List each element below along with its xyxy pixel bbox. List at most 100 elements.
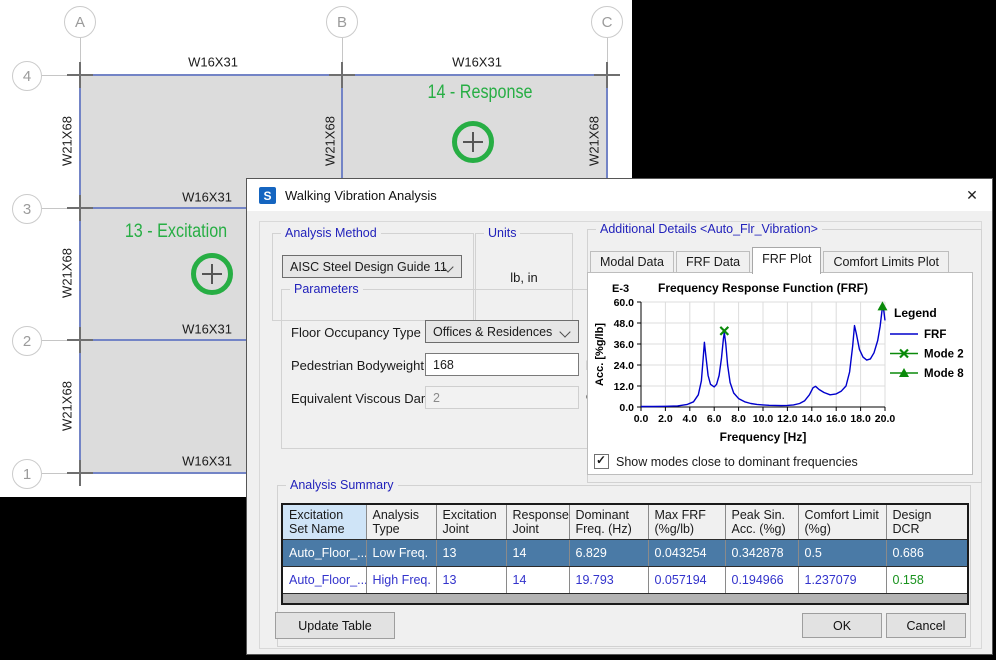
tab-modal-data[interactable]: Modal Data [590,251,674,273]
grid-label: B [337,14,347,31]
walking-vibration-dialog: S Walking Vibration Analysis ✕ Analysis … [246,178,993,655]
svg-text:FRF: FRF [924,329,946,341]
beam-label: W16X31 [188,55,238,70]
floor-occupancy-value: Offices & Residences [433,325,552,339]
grid-bubble-3: 3 [12,194,42,224]
beam-label: W16X31 [182,322,232,337]
dialog-title: Walking Vibration Analysis [285,188,437,203]
beam-label: W21X68 [323,116,338,166]
svg-text:0.0: 0.0 [619,402,634,414]
analysis-method-select[interactable]: AISC Steel Design Guide 11 [282,255,462,278]
svg-text:12.0: 12.0 [614,381,635,393]
excitation-joint-marker[interactable] [191,253,233,295]
svg-text:Legend: Legend [894,306,937,320]
grid-intersection-icon [67,327,93,353]
svg-text:Frequency [Hz]: Frequency [Hz] [720,430,807,444]
beam-label: W16X31 [182,454,232,469]
table-cell: High Freq. [366,567,436,594]
units-group-label: Units [484,226,520,240]
show-modes-checkbox[interactable] [594,454,609,469]
svg-text:8.0: 8.0 [731,413,746,425]
svg-text:2.0: 2.0 [658,413,673,425]
table-filler-strip [282,594,968,605]
table-cell: 0.057194 [648,567,725,594]
svg-text:Frequency Response Function (F: Frequency Response Function (FRF) [658,281,868,295]
svg-text:Acc. [%g/lb]: Acc. [%g/lb] [594,323,606,386]
grid-label: 3 [23,201,31,218]
close-icon[interactable]: ✕ [958,182,986,208]
response-annotation: 14 - Response [427,82,532,104]
svg-text:48.0: 48.0 [614,318,635,330]
beam-label: W21X68 [60,248,75,298]
svg-text:12.0: 12.0 [777,413,798,425]
table-row[interactable]: Auto_Floor_...High Freq.131419.7930.0571… [282,567,968,594]
table-cell: 19.793 [569,567,648,594]
cancel-button[interactable]: Cancel [886,613,966,638]
floor-occupancy-label: Floor Occupancy Type [291,325,421,340]
beam-label: W16X31 [452,55,502,70]
beam-label: W21X68 [60,381,75,431]
svg-text:Mode 2: Mode 2 [924,349,964,361]
parameters-group-label: Parameters [290,282,363,296]
svg-text:36.0: 36.0 [614,339,635,351]
svg-text:24.0: 24.0 [614,360,635,372]
floor-occupancy-select[interactable]: Offices & Residences [425,320,579,343]
table-cell: 0.686 [886,540,968,567]
column-header: Dominant Freq. (Hz) [569,504,648,540]
table-cell: 0.5 [798,540,886,567]
chevron-down-icon [559,326,570,337]
table-cell: 13 [436,567,506,594]
grid-bubble-c: C [591,6,623,38]
frf-chart: 0.02.04.06.08.010.012.014.016.018.020.00… [588,273,972,449]
beam-label: W21X68 [587,116,602,166]
dialog-titlebar[interactable]: S Walking Vibration Analysis ✕ [247,179,992,211]
grid-label: 4 [23,68,31,85]
column-header: Max FRF (%g/lb) [648,504,725,540]
grid-label: 2 [23,333,31,350]
app-icon: S [259,187,276,204]
update-table-button[interactable]: Update Table [275,612,395,639]
details-tab-bar: Modal Data FRF Data FRF Plot Comfort Lim… [590,250,951,273]
svg-text:E-3: E-3 [612,283,629,295]
tab-comfort-limits-plot[interactable]: Comfort Limits Plot [823,251,949,273]
grid-intersection-icon [67,195,93,221]
svg-text:16.0: 16.0 [826,413,847,425]
svg-text:14.0: 14.0 [802,413,823,425]
table-row[interactable]: Auto_Floor_...Low Freq.13146.8290.043254… [282,540,968,567]
column-header: Analysis Type [366,504,436,540]
grid-label: 1 [23,466,31,483]
table-cell: 0.342878 [725,540,798,567]
table-cell: 14 [506,540,569,567]
grid-intersection-icon [67,62,93,88]
grid-intersection-icon [594,62,620,88]
beam-label: W16X31 [182,190,232,205]
grid-intersection-icon [67,460,93,486]
grid-label: C [602,14,613,31]
bodyweight-label: Pedestrian Bodyweight [291,358,424,373]
column-header: Peak Sin. Acc. (%g) [725,504,798,540]
response-joint-marker[interactable] [452,121,494,163]
app-background: A B C 4 3 2 1 W16X31 W16X31 W16X31 W16X3… [0,0,996,660]
table-header-row: Excitation Set NameAnalysis TypeExcitati… [282,504,968,540]
grid-bubble-b: B [326,6,358,38]
svg-text:20.0: 20.0 [875,413,896,425]
beam-label: W21X68 [60,116,75,166]
table-cell: 6.829 [569,540,648,567]
show-modes-row: Show modes close to dominant frequencies [594,454,858,469]
table-cell: 0.043254 [648,540,725,567]
svg-text:60.0: 60.0 [614,297,635,309]
svg-text:4.0: 4.0 [682,413,697,425]
column-header: Design DCR [886,504,968,540]
tab-frf-plot[interactable]: FRF Plot [752,247,821,274]
grid-label: A [75,14,85,31]
table-cell: 1.237079 [798,567,886,594]
additional-details-group-label: Additional Details <Auto_Flr_Vibration> [596,222,822,236]
table-cell: 14 [506,567,569,594]
tab-frf-data[interactable]: FRF Data [676,251,750,273]
bodyweight-field[interactable]: 168 [425,353,579,376]
ok-button[interactable]: OK [802,613,882,638]
analysis-method-value: AISC Steel Design Guide 11 [290,260,447,274]
table-cell: 0.158 [886,567,968,594]
grid-bubble-2: 2 [12,326,42,356]
svg-text:Mode 8: Mode 8 [924,368,964,380]
